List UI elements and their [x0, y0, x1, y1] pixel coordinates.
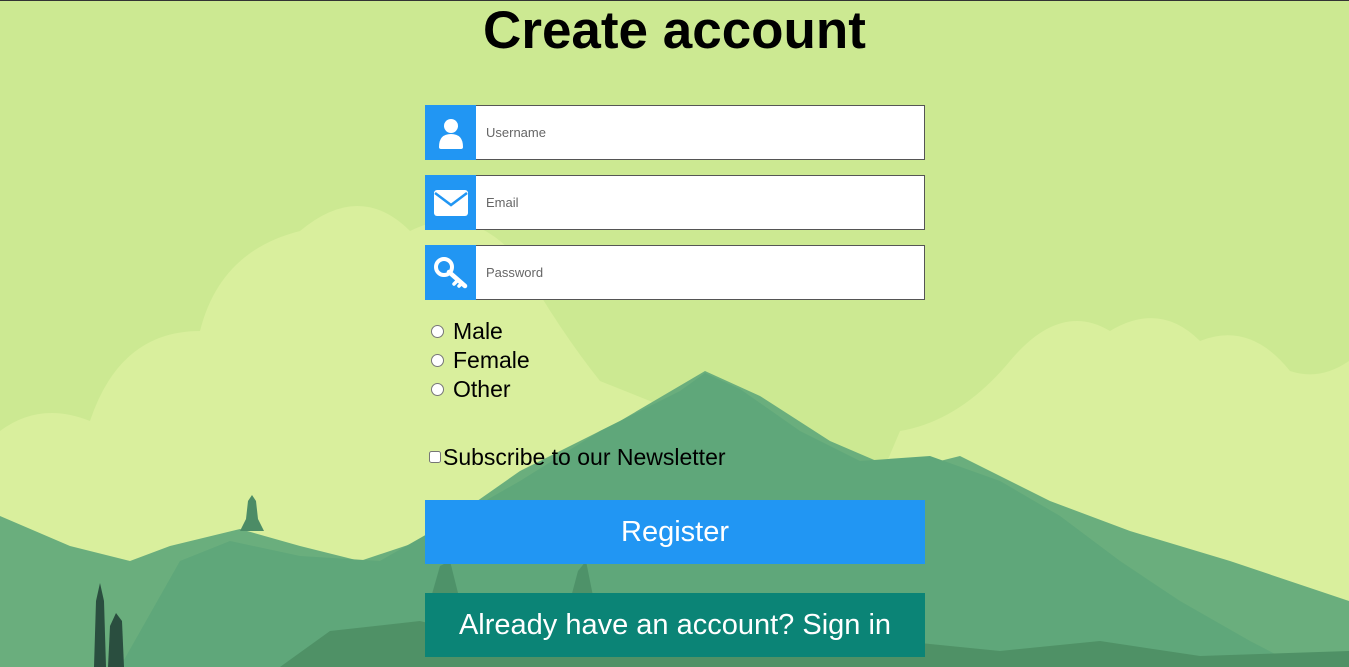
gender-option-female[interactable]: Female: [428, 346, 530, 375]
username-field: [425, 105, 925, 160]
other-radio[interactable]: [431, 383, 444, 396]
male-radio[interactable]: [431, 325, 444, 338]
sign-in-button[interactable]: Already have an account? Sign in: [425, 593, 925, 657]
register-button[interactable]: Register: [425, 500, 925, 564]
gender-option-male[interactable]: Male: [428, 317, 530, 346]
password-input[interactable]: [476, 245, 925, 300]
gender-option-other[interactable]: Other: [428, 375, 530, 404]
password-field: [425, 245, 925, 300]
newsletter-checkbox[interactable]: [429, 451, 441, 463]
envelope-icon: [425, 175, 476, 230]
female-radio[interactable]: [431, 354, 444, 367]
page-title: Create account: [483, 1, 866, 60]
username-input[interactable]: [476, 105, 925, 160]
key-icon: [425, 245, 476, 300]
other-label: Other: [453, 376, 511, 402]
email-field: [425, 175, 925, 230]
male-label: Male: [453, 318, 503, 344]
gender-radio-group: Male Female Other: [428, 317, 530, 404]
newsletter-label: Subscribe to our Newsletter: [443, 443, 726, 470]
register-page: Create account Username Email Male Femal…: [0, 1, 1349, 667]
email-input[interactable]: [476, 175, 925, 230]
newsletter-option[interactable]: Subscribe to our Newsletter: [428, 442, 726, 472]
female-label: Female: [453, 347, 530, 373]
user-icon: [425, 105, 476, 160]
